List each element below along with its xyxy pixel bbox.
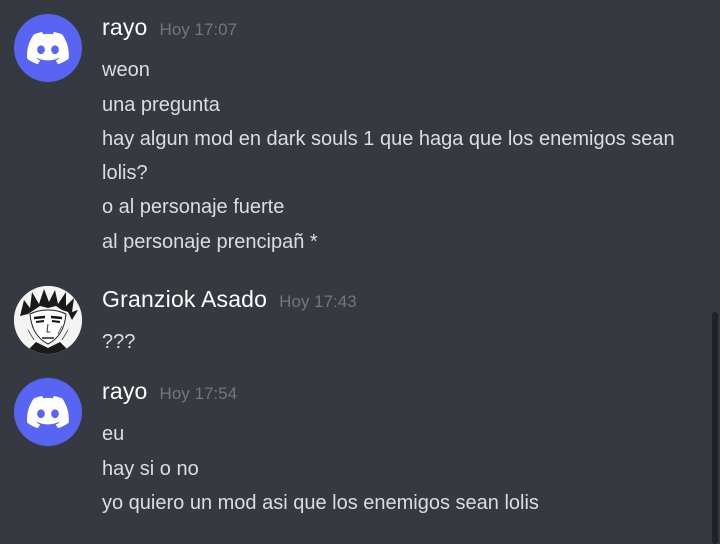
message-content: eu hay si o no yo quiero un mod asi que … — [102, 417, 702, 521]
username[interactable]: rayo — [102, 14, 148, 41]
manga-portrait-avatar-icon[interactable] — [14, 286, 82, 354]
discord-logo-icon — [27, 32, 69, 64]
discord-logo-icon — [27, 396, 69, 428]
timestamp: Hoy 17:43 — [279, 292, 357, 311]
username[interactable]: rayo — [102, 378, 148, 405]
manga-portrait-icon — [14, 286, 82, 354]
scrollbar[interactable] — [712, 312, 718, 544]
message-line: o al personaje fuerte — [102, 196, 285, 218]
message-line: hay si o no — [102, 457, 199, 480]
chat-messages: rayo Hoy 17:07 weon una pregunta hay alg… — [0, 0, 712, 544]
username[interactable]: Granziok Asado — [102, 286, 267, 313]
message-header: rayo Hoy 17:54 — [102, 378, 237, 412]
message-header: Granziok Asado Hoy 17:43 — [102, 286, 357, 320]
message-content: weon una pregunta hay algun mod en dark … — [102, 53, 702, 259]
message-line: al personaje prencipañ * — [102, 230, 318, 253]
discord-avatar-icon[interactable] — [14, 14, 82, 82]
message-group: rayo Hoy 17:07 weon una pregunta hay alg… — [0, 14, 700, 274]
timestamp: Hoy 17:07 — [159, 20, 238, 39]
message-group: Granziok Asado Hoy 17:43 ??? — [0, 286, 700, 366]
message-line: una pregunta — [102, 93, 220, 116]
message-line: weon — [102, 59, 150, 81]
message-line: ??? — [102, 331, 136, 353]
message-header: rayo Hoy 17:07 — [102, 14, 237, 48]
message-line: eu — [102, 423, 125, 445]
message-group: rayo Hoy 17:54 eu hay si o no yo quiero … — [0, 378, 700, 538]
discord-avatar-icon[interactable] — [14, 378, 82, 446]
message-line: hay algun mod en dark souls 1 que haga q… — [102, 128, 675, 184]
message-line: yo quiero un mod asi que los enemigos se… — [102, 492, 539, 514]
timestamp: Hoy 17:54 — [159, 384, 238, 403]
message-content: ??? — [102, 325, 702, 360]
